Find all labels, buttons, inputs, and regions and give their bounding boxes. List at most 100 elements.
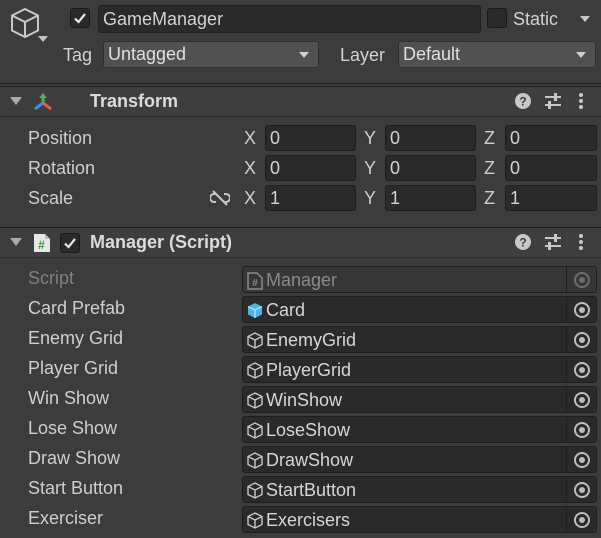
script-enabled-checkbox[interactable] (60, 233, 80, 253)
static-checkbox[interactable] (487, 8, 507, 28)
object-picker-icon[interactable] (566, 507, 596, 532)
position-label: Position (28, 128, 93, 148)
field-label: Script (28, 268, 75, 288)
object-reference-field[interactable]: Exercisers (242, 506, 597, 533)
presets-sliders-icon[interactable] (543, 92, 563, 110)
field-label: Exerciser (28, 508, 104, 528)
object-reference-field[interactable]: EnemyGrid (242, 326, 597, 353)
object-name-field[interactable]: GameManager (98, 5, 481, 33)
position-y-field[interactable]: 0 (385, 125, 476, 151)
gameobject-icon (247, 362, 263, 379)
inspector-header: GameManager Static Tag Untagged Layer De… (0, 0, 601, 84)
object-picker-icon[interactable] (566, 477, 596, 502)
field-value: DrawShow (266, 450, 354, 470)
gameobject-icon (247, 392, 263, 409)
layer-value: Default (403, 44, 461, 64)
object-picker-icon[interactable] (566, 417, 596, 442)
object-picker-icon (566, 267, 596, 292)
layer-label: Layer (340, 45, 386, 65)
kebab-menu-icon[interactable] (577, 233, 585, 251)
svg-text:#: # (38, 238, 45, 252)
transform-gizmo-icon (34, 93, 52, 111)
help-icon[interactable]: ? (514, 92, 532, 110)
gameobject-icon (247, 482, 263, 499)
prefab-cube-icon (247, 303, 263, 318)
rotation-x-field[interactable]: 0 (265, 155, 356, 181)
field-value: EnemyGrid (266, 330, 357, 350)
presets-sliders-icon[interactable] (543, 233, 563, 251)
check-icon (64, 238, 76, 249)
scale-z-label[interactable]: Z (484, 188, 495, 209)
field-label: Card Prefab (28, 298, 126, 318)
gameobject-cube-icon[interactable] (8, 6, 42, 40)
object-picker-icon[interactable] (566, 297, 596, 322)
constrain-proportions-link-icon[interactable] (210, 190, 230, 206)
field-value: StartButton (266, 480, 357, 500)
field-label: Draw Show (28, 448, 121, 468)
object-picker-icon[interactable] (566, 327, 596, 352)
chevron-down-icon (299, 52, 309, 58)
position-z-label[interactable]: Z (484, 128, 495, 149)
object-reference-field[interactable]: StartButton (242, 476, 597, 503)
rotation-x-label[interactable]: X (244, 158, 256, 179)
field-label: Player Grid (28, 358, 119, 378)
check-icon (74, 13, 86, 24)
chevron-down-icon (576, 52, 586, 58)
field-value: LoseShow (266, 420, 351, 440)
position-z-field[interactable]: 0 (505, 125, 597, 151)
static-dropdown-chevron-icon[interactable] (580, 16, 590, 22)
help-icon[interactable]: ? (514, 233, 532, 251)
position-x-label[interactable]: X (244, 128, 256, 149)
field-label: Win Show (28, 388, 110, 408)
scale-label: Scale (28, 188, 74, 208)
svg-text:?: ? (519, 236, 526, 250)
scale-x-label[interactable]: X (244, 188, 256, 209)
active-checkbox[interactable] (70, 8, 90, 28)
object-reference-field: # Manager (242, 266, 597, 293)
scale-x-field[interactable]: 1 (265, 185, 356, 211)
field-value: PlayerGrid (266, 360, 352, 380)
field-label: Enemy Grid (28, 328, 124, 348)
gameobject-icon (247, 452, 263, 469)
object-reference-field[interactable]: LoseShow (242, 416, 597, 443)
scale-z-field[interactable]: 1 (505, 185, 597, 211)
position-x-field[interactable]: 0 (265, 125, 356, 151)
layer-dropdown[interactable]: Default (398, 41, 596, 68)
field-value: WinShow (266, 390, 343, 410)
object-reference-field[interactable]: Card (242, 296, 597, 323)
object-reference-field[interactable]: PlayerGrid (242, 356, 597, 383)
script-icon: # (247, 272, 263, 290)
static-label: Static (513, 9, 559, 29)
object-picker-icon[interactable] (566, 447, 596, 472)
svg-text:?: ? (519, 95, 526, 109)
gameobject-icon (247, 422, 263, 439)
position-y-label[interactable]: Y (364, 128, 376, 149)
gameobject-icon (247, 512, 263, 529)
transform-header[interactable]: Transform ? (0, 86, 601, 117)
rotation-z-label[interactable]: Z (484, 158, 495, 179)
object-picker-icon[interactable] (566, 387, 596, 412)
object-picker-icon[interactable] (566, 357, 596, 382)
rotation-y-field[interactable]: 0 (385, 155, 476, 181)
field-value: Card (266, 300, 306, 320)
csharp-script-icon: # (34, 234, 50, 252)
rotation-y-label[interactable]: Y (364, 158, 376, 179)
kebab-menu-icon[interactable] (577, 92, 585, 110)
rotation-z-field[interactable]: 0 (505, 155, 597, 181)
object-reference-field[interactable]: DrawShow (242, 446, 597, 473)
foldout-arrow-icon[interactable] (10, 238, 22, 246)
svg-text:#: # (252, 278, 258, 289)
tag-value: Untagged (108, 44, 187, 64)
manager-script-title: Manager (Script) (90, 232, 233, 252)
field-label: Lose Show (28, 418, 118, 438)
foldout-arrow-icon[interactable] (10, 97, 22, 105)
icon-dropdown-chevron-icon[interactable] (38, 36, 48, 42)
transform-title: Transform (90, 91, 179, 111)
scale-y-field[interactable]: 1 (385, 185, 476, 211)
scale-y-label[interactable]: Y (364, 188, 376, 209)
manager-script-header[interactable]: # Manager (Script) ? (0, 227, 601, 258)
gameobject-icon (247, 332, 263, 349)
tag-label: Tag (63, 45, 93, 65)
object-reference-field[interactable]: WinShow (242, 386, 597, 413)
tag-dropdown[interactable]: Untagged (103, 41, 319, 68)
